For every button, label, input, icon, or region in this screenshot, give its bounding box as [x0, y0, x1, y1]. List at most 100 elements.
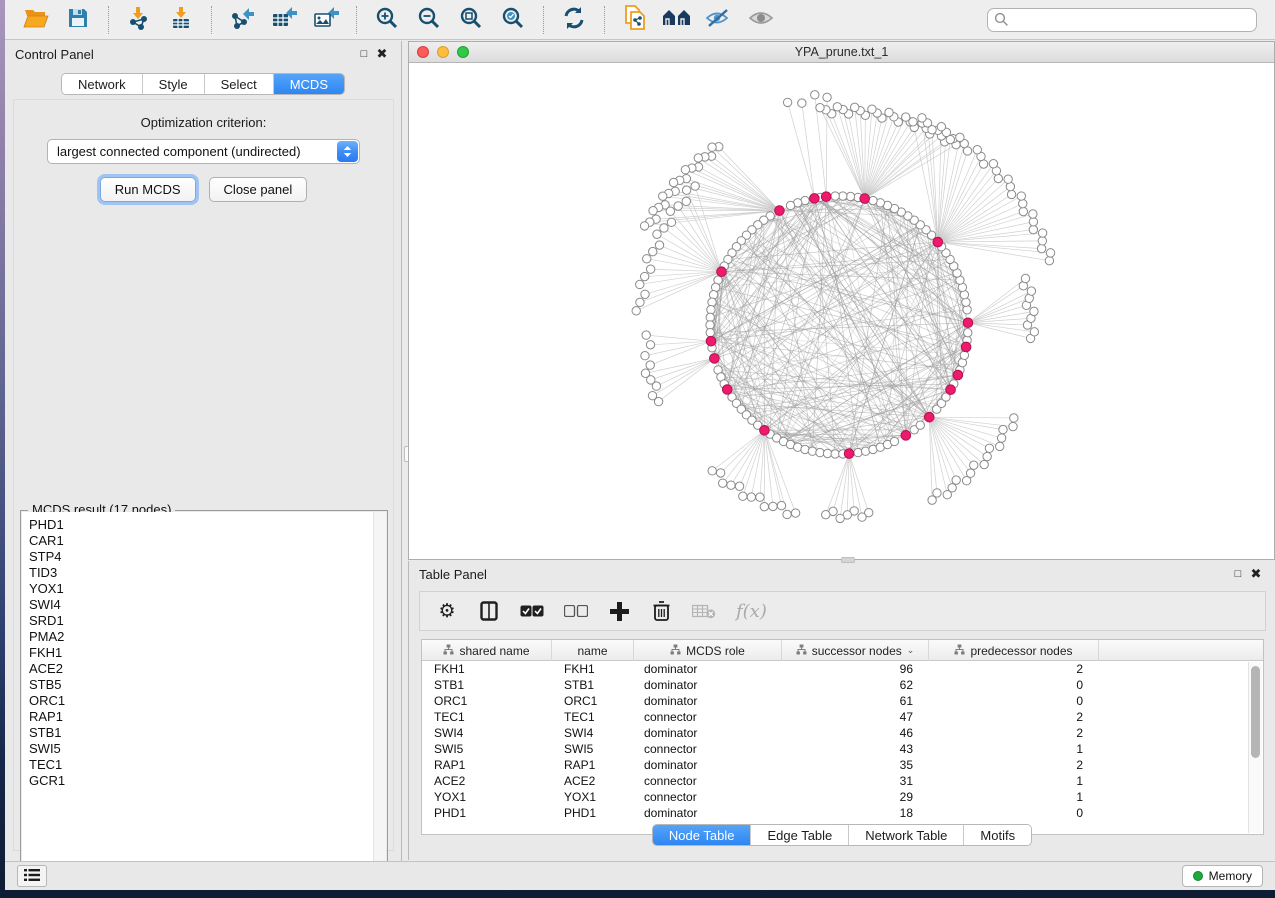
mcds-result-item[interactable]: ORC1: [29, 693, 386, 709]
add-row-icon[interactable]: [608, 598, 630, 624]
column-header-successor-nodes[interactable]: successor nodes⌄: [782, 640, 929, 661]
run-mcds-button[interactable]: Run MCDS: [100, 177, 196, 202]
refresh-button[interactable]: [553, 3, 595, 37]
table-scrollbar[interactable]: [1248, 662, 1262, 833]
search-box: [987, 8, 1257, 32]
column-header-MCDS-role[interactable]: MCDS role: [634, 640, 782, 661]
network-canvas[interactable]: [409, 63, 1274, 559]
mcds-result-item[interactable]: SRD1: [29, 613, 386, 629]
table-row[interactable]: SWI5SWI5connector431: [422, 741, 1263, 757]
zoom-out-button[interactable]: [408, 3, 450, 37]
table-toolbar: ⚙ f(x): [419, 591, 1266, 631]
show-column-icon[interactable]: [478, 598, 500, 624]
show-all-button[interactable]: [740, 3, 782, 37]
table-row[interactable]: ORC1ORC1dominator610: [422, 693, 1263, 709]
save-button[interactable]: [57, 3, 99, 37]
delete-row-icon[interactable]: [650, 598, 672, 624]
show-eye-icon: [747, 8, 775, 31]
control-panel-header: Control Panel □ ✖: [5, 41, 401, 67]
zoom-selected-button[interactable]: [492, 3, 534, 37]
mcds-result-item[interactable]: SWI5: [29, 741, 386, 757]
tab-network[interactable]: Network: [62, 74, 143, 94]
import-table-button[interactable]: [160, 3, 202, 37]
mcds-result-item[interactable]: ACE2: [29, 661, 386, 677]
mcds-result-item[interactable]: CAR1: [29, 533, 386, 549]
table-tabs: Node TableEdge TableNetwork TableMotifs: [409, 824, 1275, 846]
network-graph[interactable]: [409, 63, 1274, 559]
select-all-icon[interactable]: [520, 598, 544, 624]
optimization-criterion-label: Optimization criterion:: [14, 115, 393, 130]
table-settings-icon[interactable]: ⚙: [436, 598, 458, 624]
criterion-value: largest connected component (undirected): [57, 144, 301, 159]
hide-selected-button[interactable]: [698, 3, 740, 37]
mcds-result-item[interactable]: PHD1: [29, 517, 386, 533]
search-input[interactable]: [987, 8, 1257, 32]
table-row[interactable]: SWI4SWI4dominator462: [422, 725, 1263, 741]
table-row[interactable]: PHD1PHD1dominator180: [422, 805, 1263, 821]
export-table-button[interactable]: [263, 3, 305, 37]
mcds-result-item[interactable]: SWI4: [29, 597, 386, 613]
first-neighbors-button[interactable]: [656, 3, 698, 37]
task-history-button[interactable]: [17, 865, 47, 887]
table-row[interactable]: STB1STB1dominator620: [422, 677, 1263, 693]
unselect-all-icon[interactable]: [564, 598, 588, 624]
mcds-result-item[interactable]: STB5: [29, 677, 386, 693]
attribute-type-icon: [954, 644, 965, 658]
delete-table-icon: [692, 598, 716, 624]
export-network-button[interactable]: [221, 3, 263, 37]
mcds-result-box: MCDS result (17 nodes) PHD1CAR1STP4TID3Y…: [20, 510, 388, 880]
task-list-icon: [24, 869, 40, 884]
mcds-tab-body: Optimization criterion: largest connecte…: [13, 99, 394, 851]
mcds-result-item[interactable]: YOX1: [29, 581, 386, 597]
mcds-result-item[interactable]: FKH1: [29, 645, 386, 661]
criterion-dropdown[interactable]: largest connected component (undirected): [47, 139, 360, 164]
mcds-result-item[interactable]: TID3: [29, 565, 386, 581]
float-table-panel-icon[interactable]: □: [1229, 565, 1247, 583]
table-row[interactable]: RAP1RAP1dominator352: [422, 757, 1263, 773]
table-scrollbar-thumb[interactable]: [1251, 666, 1260, 758]
mcds-result-item[interactable]: RAP1: [29, 709, 386, 725]
mcds-result-item[interactable]: STB1: [29, 725, 386, 741]
float-panel-icon[interactable]: □: [355, 45, 373, 63]
mcds-list-scrollbar[interactable]: [373, 512, 386, 878]
tab-network-table[interactable]: Network Table: [849, 825, 964, 845]
desktop: Control Panel □ ✖ NetworkStyleSelectMCDS…: [0, 0, 1275, 898]
zoom-in-button[interactable]: [366, 3, 408, 37]
table-panel-header: Table Panel □ ✖: [409, 561, 1275, 587]
network-window-titlebar: YPA_prune.txt_1: [409, 42, 1274, 63]
table-row[interactable]: FKH1FKH1dominator962: [422, 661, 1263, 677]
column-header-shared-name[interactable]: shared name: [422, 640, 552, 661]
tab-mcds[interactable]: MCDS: [274, 74, 344, 94]
mcds-result-item[interactable]: GCR1: [29, 773, 386, 789]
control-panel: Control Panel □ ✖ NetworkStyleSelectMCDS…: [5, 41, 402, 861]
open-button[interactable]: [15, 3, 57, 37]
mcds-result-item[interactable]: TEC1: [29, 757, 386, 773]
application-window: Control Panel □ ✖ NetworkStyleSelectMCDS…: [5, 0, 1275, 890]
column-header-name[interactable]: name: [552, 640, 634, 661]
close-panel-icon[interactable]: ✖: [373, 45, 391, 63]
tab-style[interactable]: Style: [143, 74, 205, 94]
tab-edge-table[interactable]: Edge Table: [751, 825, 849, 845]
tab-node-table[interactable]: Node Table: [653, 825, 752, 845]
close-table-panel-icon[interactable]: ✖: [1247, 565, 1265, 583]
mcds-result-list[interactable]: PHD1CAR1STP4TID3YOX1SWI4SRD1PMA2FKH1ACE2…: [22, 512, 386, 878]
table-row[interactable]: ACE2ACE2connector311: [422, 773, 1263, 789]
import-network-icon: [127, 6, 151, 33]
import-network-button[interactable]: [118, 3, 160, 37]
clone-network-button[interactable]: [614, 3, 656, 37]
zoom-fit-button[interactable]: [450, 3, 492, 37]
mcds-result-item[interactable]: PMA2: [29, 629, 386, 645]
column-header-predecessor-nodes[interactable]: predecessor nodes: [929, 640, 1099, 661]
export-image-button[interactable]: [305, 3, 347, 37]
memory-label: Memory: [1209, 869, 1252, 883]
memory-button[interactable]: Memory: [1182, 865, 1263, 887]
tab-select[interactable]: Select: [205, 74, 274, 94]
mcds-result-item[interactable]: STP4: [29, 549, 386, 565]
network-view-panel: YPA_prune.txt_1: [408, 41, 1275, 560]
table-row[interactable]: TEC1TEC1connector472: [422, 709, 1263, 725]
toolbar-separator: [356, 6, 357, 34]
close-panel-button[interactable]: Close panel: [209, 177, 308, 202]
table-row[interactable]: YOX1YOX1connector291: [422, 789, 1263, 805]
horizontal-splitter-handle[interactable]: [841, 557, 855, 563]
tab-motifs[interactable]: Motifs: [964, 825, 1031, 845]
